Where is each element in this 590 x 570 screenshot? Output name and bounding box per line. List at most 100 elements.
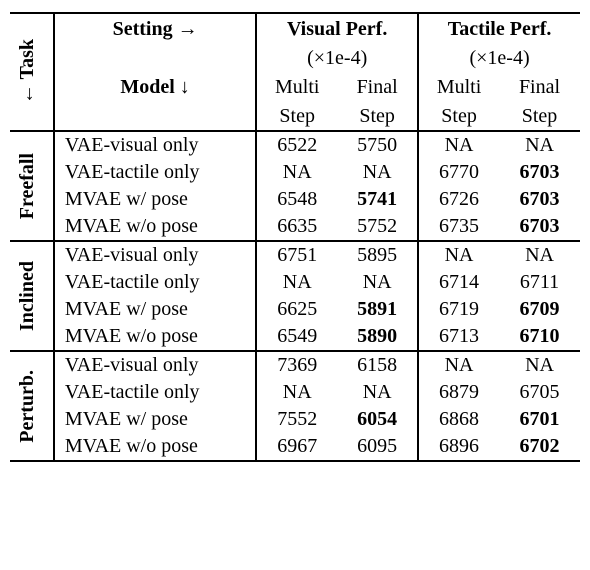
task-label-text: Freefall: [16, 153, 39, 219]
value-cell: NA: [337, 159, 418, 186]
value-cell: 5890: [337, 323, 418, 351]
task-label-text: Inclined: [16, 261, 39, 331]
model-cell: VAE-tactile only: [54, 379, 256, 406]
header-tactile: Tactile Perf.: [418, 13, 580, 45]
table-row: MVAE w/o pose6635575267356703: [10, 213, 580, 241]
model-cell: MVAE w/ pose: [54, 406, 256, 433]
value-cell: NA: [256, 269, 337, 296]
value-cell: 6896: [418, 433, 499, 461]
task-label-text: Perturb.: [16, 370, 39, 443]
model-cell: VAE-tactile only: [54, 269, 256, 296]
value-cell: 6703: [499, 186, 580, 213]
value-cell: 6158: [337, 351, 418, 379]
value-cell: 6702: [499, 433, 580, 461]
value-cell: 6711: [499, 269, 580, 296]
value-cell: NA: [337, 269, 418, 296]
value-cell: 5750: [337, 131, 418, 159]
header-visual-scale: (×1e-4): [256, 45, 418, 72]
model-cell: VAE-visual only: [54, 131, 256, 159]
value-cell: NA: [418, 241, 499, 269]
table-row: FreefallVAE-visual only65225750NANA: [10, 131, 580, 159]
value-cell: 6703: [499, 159, 580, 186]
value-text: 5891: [357, 298, 397, 320]
header-v-multi-step: Step: [256, 103, 337, 131]
header-setting: Setting →: [54, 13, 256, 45]
header-t-final-step: Step: [499, 103, 580, 131]
value-cell: 6054: [337, 406, 418, 433]
value-cell: 6548: [256, 186, 337, 213]
model-cell: MVAE w/o pose: [54, 213, 256, 241]
value-cell: 5741: [337, 186, 418, 213]
value-cell: 6751: [256, 241, 337, 269]
header-v-final-step: Step: [337, 103, 418, 131]
value-cell: 6703: [499, 213, 580, 241]
header-t-multi: Multi: [418, 72, 499, 103]
table-row: VAE-tactile onlyNANA67706703: [10, 159, 580, 186]
value-cell: 6710: [499, 323, 580, 351]
header-blank2: [54, 103, 256, 131]
value-cell: 6726: [418, 186, 499, 213]
value-cell: NA: [499, 351, 580, 379]
model-cell: MVAE w/o pose: [54, 323, 256, 351]
value-text: 6054: [357, 408, 397, 430]
value-cell: 6522: [256, 131, 337, 159]
header-setting-label: Setting →: [113, 18, 198, 40]
table-row: MVAE w/o pose6549 5890 6713 6710: [10, 323, 580, 351]
value-cell: NA: [256, 159, 337, 186]
value-cell: 5891: [337, 296, 418, 323]
header-tactile-scale: (×1e-4): [418, 45, 580, 72]
value-cell: 6713: [418, 323, 499, 351]
header-gap: [54, 45, 256, 72]
value-cell: 6719: [418, 296, 499, 323]
value-text: 6703: [520, 215, 560, 237]
table-row: MVAE w/ pose6625 5891 6719 6709: [10, 296, 580, 323]
value-cell: NA: [499, 241, 580, 269]
table-row: Perturb.VAE-visual only73696158NANA: [10, 351, 580, 379]
value-cell: NA: [418, 351, 499, 379]
value-cell: 6625: [256, 296, 337, 323]
value-cell: 7552: [256, 406, 337, 433]
header-v-multi: Multi: [256, 72, 337, 103]
table-row: VAE-tactile onlyNANA67146711: [10, 269, 580, 296]
header-visual: Visual Perf.: [256, 13, 418, 45]
value-cell: 6549: [256, 323, 337, 351]
model-cell: VAE-tactile only: [54, 159, 256, 186]
value-text: 5890: [357, 325, 397, 347]
value-text: 6709: [520, 298, 560, 320]
value-cell: 6967: [256, 433, 337, 461]
results-table: ← Task Setting → Visual Perf. Tactile Pe…: [10, 12, 580, 462]
value-cell: 5752: [337, 213, 418, 241]
value-cell: 6879: [418, 379, 499, 406]
value-cell: 6701: [499, 406, 580, 433]
value-cell: NA: [418, 131, 499, 159]
value-cell: 6714: [418, 269, 499, 296]
value-text: 6710: [520, 325, 560, 347]
value-cell: 6709: [499, 296, 580, 323]
header-t-final: Final: [499, 72, 580, 103]
model-cell: VAE-visual only: [54, 241, 256, 269]
task-label: Perturb.: [10, 351, 54, 461]
table-row: InclinedVAE-visual only67515895NANA: [10, 241, 580, 269]
table-row: MVAE w/ pose6548574167266703: [10, 186, 580, 213]
value-cell: 6705: [499, 379, 580, 406]
header-task-label: ← Task: [16, 39, 39, 104]
value-cell: NA: [256, 379, 337, 406]
value-cell: 6770: [418, 159, 499, 186]
model-cell: MVAE w/o pose: [54, 433, 256, 461]
model-cell: MVAE w/ pose: [54, 296, 256, 323]
value-cell: 5895: [337, 241, 418, 269]
header-t-multi-step: Step: [418, 103, 499, 131]
value-cell: NA: [499, 131, 580, 159]
task-label: Freefall: [10, 131, 54, 241]
value-text: 6702: [520, 435, 560, 457]
value-text: 6703: [520, 161, 560, 183]
header-v-final: Final: [337, 72, 418, 103]
task-label: Inclined: [10, 241, 54, 351]
table-row: MVAE w/o pose696760956896 6702: [10, 433, 580, 461]
header-task: ← Task: [10, 13, 54, 131]
value-cell: 6735: [418, 213, 499, 241]
model-cell: VAE-visual only: [54, 351, 256, 379]
header-model-label: Model ↓: [120, 76, 189, 98]
value-cell: 6095: [337, 433, 418, 461]
table-row: VAE-tactile onlyNANA68796705: [10, 379, 580, 406]
